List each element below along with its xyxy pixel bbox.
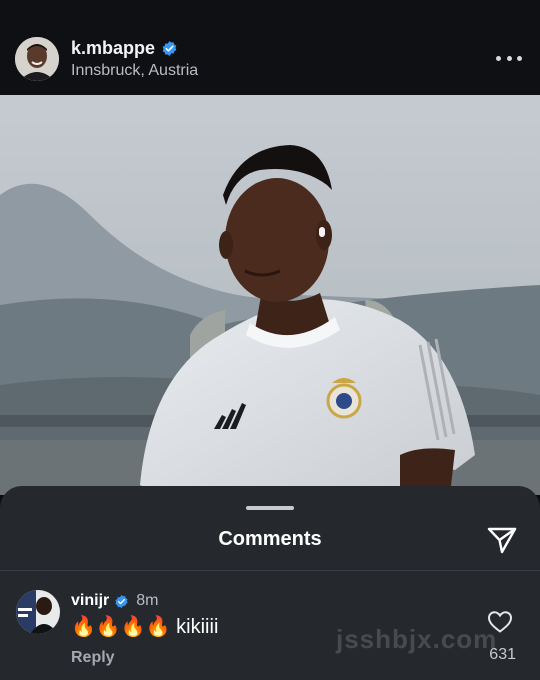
commenter-portrait [16,590,60,634]
commenter-avatar[interactable] [16,590,60,634]
post-photo[interactable] [0,95,540,495]
comment-text: 🔥🔥🔥🔥 kikiiii [71,616,219,638]
more-options-icon[interactable] [496,48,522,68]
author-avatar[interactable] [15,37,59,81]
reply-button[interactable]: Reply [71,649,115,667]
comment-header: vinijr 8m [71,592,158,610]
comments-title: Comments [218,528,322,550]
author-username[interactable]: k.mbappe [71,38,155,59]
avatar-portrait [15,37,59,81]
share-icon[interactable] [486,524,518,556]
post-location[interactable]: Innsbruck, Austria [71,62,198,80]
comment-time: 8m [136,592,159,609]
watermark: jsshbjx.com [336,624,498,654]
verified-badge-icon [162,41,177,56]
sheet-divider [0,570,540,571]
grabber-handle[interactable] [246,506,294,510]
post-image [0,95,540,495]
post-header: k.mbappe Innsbruck, Austria [0,0,540,95]
commenter-username[interactable]: vinijr [71,592,109,610]
author-row: k.mbappe [71,38,178,59]
verified-badge-icon [115,594,128,608]
